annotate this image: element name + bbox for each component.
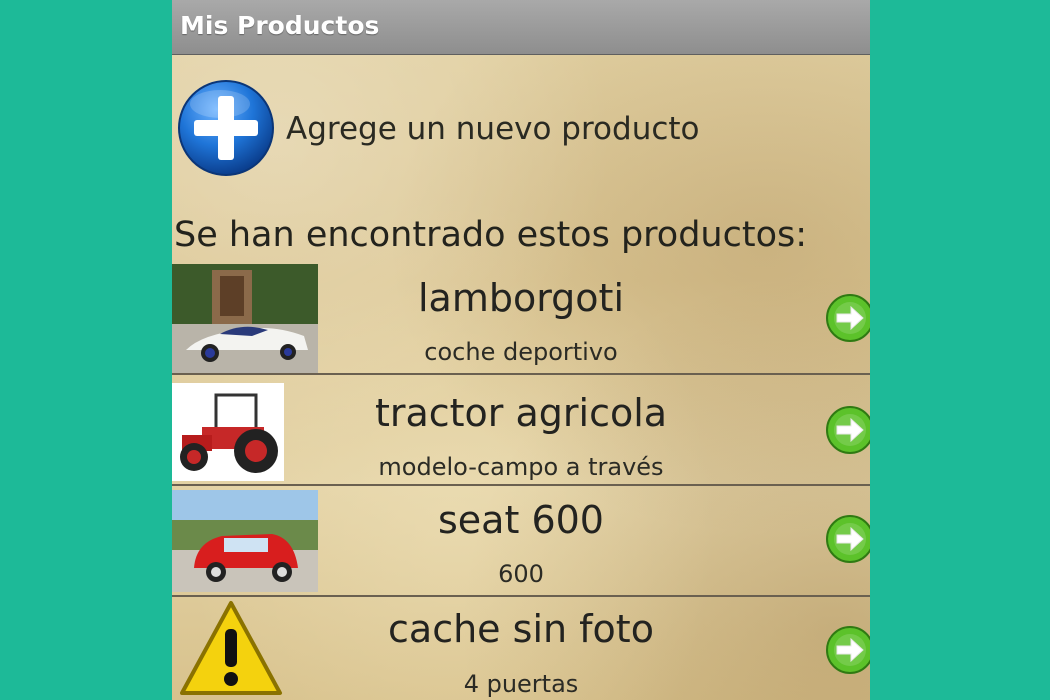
product-description: 600 <box>498 560 544 588</box>
arrow-right-icon[interactable] <box>825 405 870 455</box>
plus-icon <box>178 80 274 176</box>
title-bar: Mis Productos <box>172 0 870 55</box>
results-heading: Se han encontrado estos productos: <box>174 215 808 255</box>
product-description: coche deportivo <box>424 338 618 366</box>
product-name: tractor agricola <box>374 391 668 435</box>
product-description: 4 puertas <box>463 670 579 698</box>
add-product-label: Agrege un nuevo producto <box>286 111 700 147</box>
product-item-cache-sin-foto[interactable]: cache sin foto 4 puertas <box>172 597 870 700</box>
app-screen: Mis Productos Agrege un nuevo producto S… <box>172 0 870 700</box>
product-name: cache sin foto <box>388 607 654 651</box>
product-name: seat 600 <box>438 498 604 542</box>
arrow-right-icon[interactable] <box>825 514 870 564</box>
product-item-seat-600[interactable]: seat 600 600 <box>172 486 870 597</box>
add-product-button[interactable]: Agrege un nuevo producto <box>172 76 870 182</box>
arrow-right-icon[interactable] <box>825 625 870 675</box>
product-item-tractor[interactable]: tractor agricola modelo-campo a través <box>172 375 870 486</box>
product-item-lamborgoti[interactable]: lamborgoti coche deportivo <box>172 264 870 375</box>
product-name: lamborgoti <box>417 276 624 320</box>
arrow-right-icon[interactable] <box>825 293 870 343</box>
product-description: modelo-campo a través <box>378 453 664 481</box>
app-title: Mis Productos <box>180 11 380 40</box>
